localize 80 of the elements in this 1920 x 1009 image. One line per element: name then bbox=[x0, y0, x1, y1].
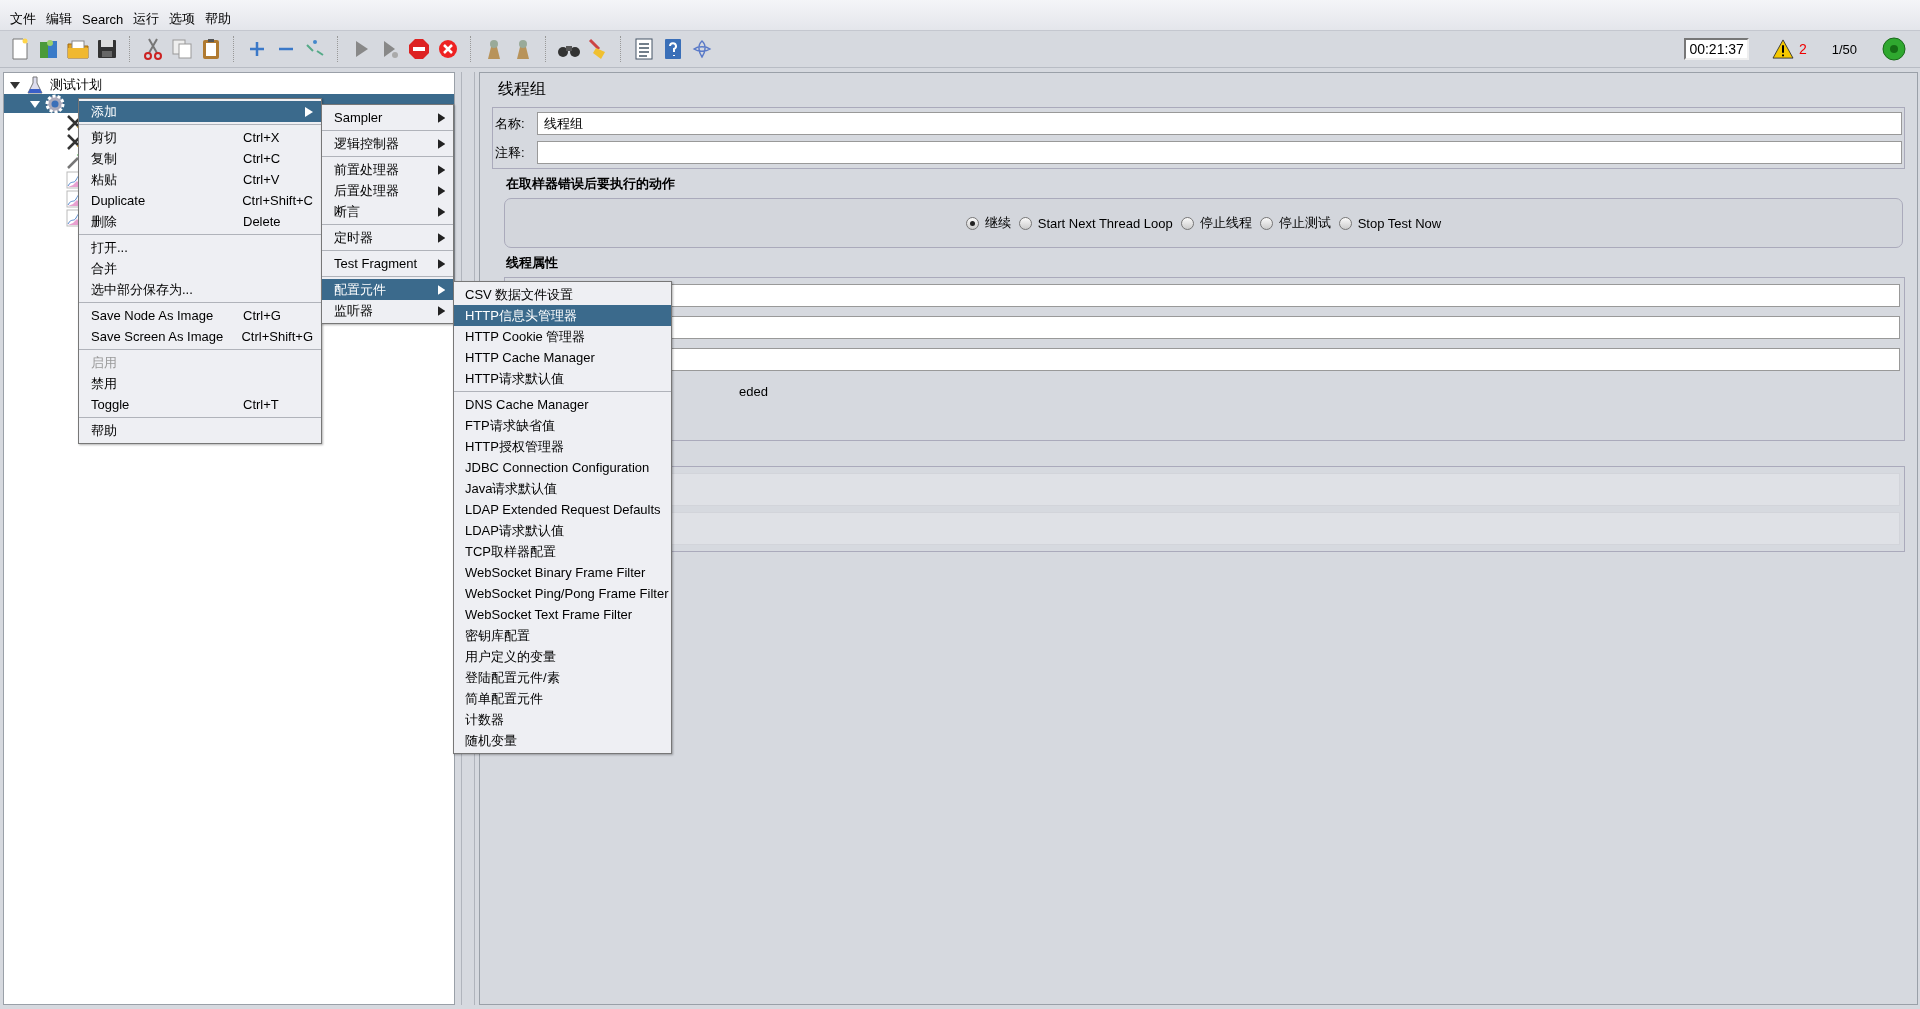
menu-item[interactable]: Toggle Ctrl+T bbox=[79, 394, 321, 415]
section-title: 在取样器错误后要执行的动作 bbox=[506, 175, 676, 193]
cut-icon[interactable] bbox=[141, 37, 165, 61]
menu-item[interactable]: 密钥库配置 bbox=[454, 625, 671, 646]
copy-icon[interactable] bbox=[170, 37, 194, 61]
expander-icon[interactable] bbox=[10, 79, 20, 90]
menu-item[interactable]: 随机变量 bbox=[454, 730, 671, 751]
menu-item[interactable]: Java请求默认值 bbox=[454, 478, 671, 499]
save-icon[interactable] bbox=[95, 37, 119, 61]
menu-item[interactable]: 粘贴 Ctrl+V bbox=[79, 169, 321, 190]
stop-icon[interactable] bbox=[407, 37, 431, 61]
menu-item[interactable]: 复制 Ctrl+C bbox=[79, 148, 321, 169]
menu-item[interactable]: Test Fragment bbox=[322, 253, 453, 274]
menu-item[interactable]: Duplicate Ctrl+Shift+C bbox=[79, 190, 321, 211]
menu-item[interactable]: Save Node As Image Ctrl+G bbox=[79, 305, 321, 326]
menu-item[interactable]: Sampler bbox=[322, 107, 453, 128]
menu-item[interactable]: HTTP授权管理器 bbox=[454, 436, 671, 457]
menu-item[interactable]: JDBC Connection Configuration bbox=[454, 457, 671, 478]
menu-item[interactable]: 帮助 bbox=[79, 420, 321, 441]
menu-item[interactable]: WebSocket Text Frame Filter bbox=[454, 604, 671, 625]
menu-item[interactable]: 剪切 Ctrl+X bbox=[79, 127, 321, 148]
menu-item[interactable]: 计数器 bbox=[454, 709, 671, 730]
menu-item[interactable]: 监听器 bbox=[322, 300, 453, 321]
menu-item[interactable]: 禁用 bbox=[79, 373, 321, 394]
menu-item[interactable]: CSV 数据文件设置 bbox=[454, 284, 671, 305]
menu-item[interactable]: WebSocket Binary Frame Filter bbox=[454, 562, 671, 583]
menu-item[interactable]: 添加 bbox=[79, 101, 321, 122]
radio-option[interactable]: 停止测试 bbox=[1259, 214, 1331, 232]
menu-item[interactable]: TCP取样器配置 bbox=[454, 541, 671, 562]
menu-item[interactable]: LDAP请求默认值 bbox=[454, 520, 671, 541]
menu-item[interactable]: WebSocket Ping/Pong Frame Filter bbox=[454, 583, 671, 604]
shutdown-icon[interactable] bbox=[436, 37, 460, 61]
gear-icon bbox=[45, 93, 65, 114]
menu-item[interactable]: Search bbox=[82, 11, 124, 27]
name-field[interactable]: 线程组 bbox=[537, 112, 1902, 135]
open-folder-icon[interactable] bbox=[66, 37, 90, 61]
menu-item[interactable]: HTTP信息头管理器 bbox=[454, 305, 671, 326]
flask-icon bbox=[25, 74, 45, 95]
menu-item[interactable]: 帮助 bbox=[205, 10, 232, 28]
menu-item[interactable]: HTTP请求默认值 bbox=[454, 368, 671, 389]
warning-count: 2 bbox=[1798, 41, 1807, 57]
menu-item[interactable]: 文件 bbox=[10, 10, 36, 28]
elapsed-time: 00:21:37 bbox=[1684, 38, 1749, 60]
field-label: 注释: bbox=[495, 143, 526, 162]
warning-icon[interactable] bbox=[1771, 39, 1794, 59]
radio-option[interactable]: 停止线程 bbox=[1180, 214, 1252, 232]
menu-item[interactable]: DNS Cache Manager bbox=[454, 394, 671, 415]
radio-option[interactable]: Stop Test Now bbox=[1338, 215, 1442, 231]
menu-item[interactable]: 简单配置元件 bbox=[454, 688, 671, 709]
menu-item[interactable]: 用户定义的变量 bbox=[454, 646, 671, 667]
thread-count: 1/50 bbox=[1831, 41, 1857, 57]
radio-option[interactable]: 继续 bbox=[965, 214, 1011, 232]
menu-item[interactable]: 运行 bbox=[133, 10, 160, 28]
menu-item[interactable]: 前置处理器 bbox=[322, 159, 453, 180]
menu-item[interactable]: 选项 bbox=[169, 10, 196, 28]
menu-item[interactable]: HTTP Cache Manager bbox=[454, 347, 671, 368]
menu-item[interactable]: Save Screen As Image Ctrl+Shift+G bbox=[79, 326, 321, 347]
menu-item[interactable]: 打开... bbox=[79, 237, 321, 258]
tree-node-label[interactable]: 测试计划 bbox=[50, 75, 102, 94]
expander-icon[interactable] bbox=[30, 98, 40, 109]
comment-field[interactable] bbox=[537, 141, 1902, 164]
menu-item[interactable]: LDAP Extended Request Defaults bbox=[454, 499, 671, 520]
menu-item[interactable]: 逻辑控制器 bbox=[322, 133, 453, 154]
menu-item[interactable]: 登陆配置元件/素 bbox=[454, 667, 671, 688]
menu-item[interactable]: 合并 bbox=[79, 258, 321, 279]
panel-title: 线程组 bbox=[498, 79, 547, 99]
menu-item[interactable]: 断言 bbox=[322, 201, 453, 222]
list-icon[interactable] bbox=[632, 37, 656, 61]
radio-option[interactable]: Start Next Thread Loop bbox=[1018, 215, 1173, 231]
menu-item[interactable]: 选中部分保存为... bbox=[79, 279, 321, 300]
menu-item[interactable]: 编辑 bbox=[46, 10, 72, 28]
section-title: 线程属性 bbox=[506, 254, 559, 272]
menu-item[interactable]: FTP请求缺省值 bbox=[454, 415, 671, 436]
menu-item[interactable]: 后置处理器 bbox=[322, 180, 453, 201]
menu-item[interactable]: 配置元件 bbox=[322, 279, 453, 300]
menu-item[interactable]: HTTP Cookie 管理器 bbox=[454, 326, 671, 347]
menu-item[interactable]: 定时器 bbox=[322, 227, 453, 248]
checkbox-label: eded bbox=[739, 384, 769, 399]
field-label: 名称: bbox=[495, 114, 526, 133]
menu-item[interactable]: 删除 Delete bbox=[79, 211, 321, 232]
